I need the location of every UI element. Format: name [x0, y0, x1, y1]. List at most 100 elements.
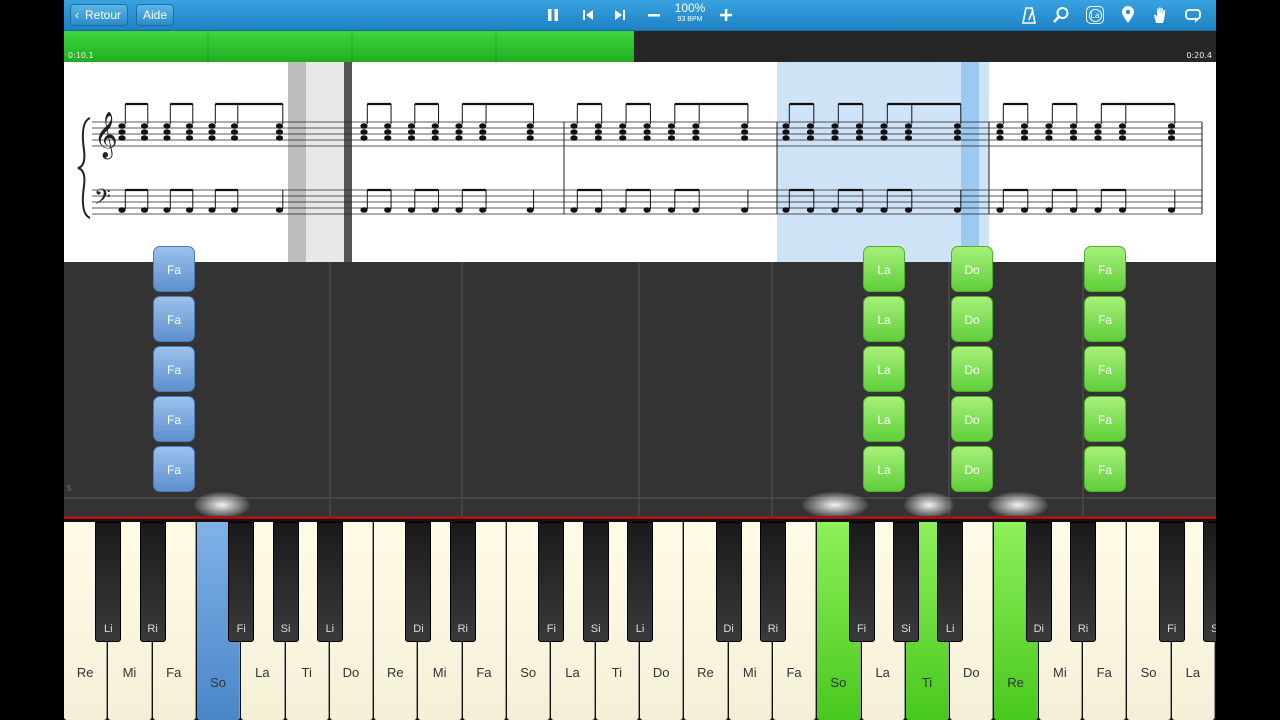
black-key-li[interactable]: Li [627, 522, 653, 642]
black-key-di[interactable]: Di [715, 522, 742, 642]
note-block-la: La [863, 246, 905, 292]
black-key-li[interactable]: Li [316, 522, 343, 642]
note-block-la: La [863, 346, 905, 392]
treble-note [185, 135, 194, 141]
tempo-decrease-button[interactable] [642, 4, 666, 26]
note-block-la: La [863, 446, 905, 492]
white-key-label: Do [652, 665, 670, 680]
skip-back-button[interactable] [576, 4, 600, 26]
black-key-fi[interactable]: Fi [1158, 522, 1185, 642]
note-name-button[interactable]: La [1083, 4, 1107, 26]
black-key-ri[interactable]: Ri [139, 522, 166, 642]
treble-note [275, 135, 284, 141]
white-key-label: Re [1007, 675, 1024, 690]
piano-keyboard: Re Mi Fa So La Ti Do Re Mi Fa So La Ti Do Re Mi Fa So La Ti… [64, 516, 1216, 720]
note-block-fa: Fa [1084, 246, 1126, 292]
bass-note [1167, 207, 1176, 213]
treble-note [855, 129, 864, 135]
bass-note [140, 207, 149, 213]
location-button[interactable] [1116, 4, 1140, 26]
treble-note [996, 135, 1004, 141]
bass-note [667, 207, 676, 213]
treble-note [594, 123, 602, 129]
black-key-li[interactable]: Li [95, 522, 122, 642]
white-key-label: Re [697, 665, 714, 680]
pause-button[interactable] [541, 4, 565, 26]
bass-note [643, 207, 651, 213]
black-key-si[interactable]: Si [272, 522, 299, 642]
note-block-la: La [863, 396, 905, 442]
page-turn-shadow-left [288, 62, 306, 262]
treble-note [230, 123, 239, 129]
back-button-label: Retour [84, 8, 122, 22]
bass-note [831, 207, 839, 213]
treble-note [384, 129, 392, 135]
skip-forward-button[interactable] [608, 4, 632, 26]
treble-note [806, 135, 815, 141]
treble-note [741, 123, 749, 129]
white-key-label: Mi [432, 665, 447, 680]
black-key-ri[interactable]: Ri [449, 522, 476, 642]
black-key-label: Si [900, 623, 911, 635]
treble-note [1045, 123, 1053, 129]
treble-note [118, 123, 126, 129]
black-key-fi[interactable]: Fi [538, 522, 565, 642]
treble-note [455, 129, 463, 135]
note-block-fa: Fa [153, 446, 195, 492]
treble-note [185, 123, 194, 129]
treble-note [1020, 123, 1029, 129]
help-button[interactable]: Aide [136, 4, 174, 26]
black-key-si[interactable]: Si [892, 522, 919, 642]
treble-note [570, 123, 578, 129]
metronome-button[interactable] [1017, 4, 1041, 26]
treble-note [594, 129, 602, 135]
hand-button[interactable] [1148, 4, 1172, 26]
treble-note [384, 135, 392, 141]
sheet-music-panel: 𝄞 𝄢 [64, 62, 1216, 262]
black-key-ri[interactable]: Ri [759, 522, 786, 642]
bass-note [384, 207, 392, 213]
black-key-fi[interactable]: Fi [228, 522, 255, 642]
search-button[interactable] [1049, 4, 1073, 26]
treble-note [1020, 135, 1029, 141]
treble-note [140, 135, 149, 141]
black-key-si[interactable]: Si [582, 522, 609, 642]
loop-icon [1185, 9, 1201, 23]
back-button[interactable]: ‹ Retour [70, 4, 128, 26]
treble-note [230, 129, 239, 135]
treble-note [208, 135, 216, 141]
pause-icon [548, 9, 558, 21]
synthesia-window: ‹ Retour Aide 100% 93 BPM La 0:10.1 0:20… [64, 0, 1216, 720]
bass-note [782, 207, 790, 213]
treble-note [360, 129, 368, 135]
treble-note [407, 129, 416, 135]
tempo-increase-button[interactable] [714, 4, 738, 26]
black-key-si[interactable]: Si [1203, 522, 1216, 642]
black-key-fi[interactable]: Fi [848, 522, 875, 642]
treble-note [667, 129, 676, 135]
white-key-label: Fa [476, 665, 492, 680]
treble-note [275, 129, 284, 135]
black-key-label: Li [635, 623, 645, 635]
white-key-label: Re [386, 665, 404, 680]
white-key-label: Do [342, 665, 360, 680]
note-block-fa: Fa [153, 246, 195, 292]
white-key-label: Fa [166, 665, 182, 680]
treble-note [831, 129, 839, 135]
treble-note [1167, 129, 1176, 135]
white-key-label: Ti [301, 665, 312, 680]
falling-notes-area: 5 Fa Fa Fa Fa Fa La La La La La Do Do Do Do Do Fa Fa Fa Fa… [64, 246, 1216, 516]
black-key-di[interactable]: Di [405, 522, 432, 642]
loop-button[interactable] [1181, 4, 1205, 26]
treble-note [594, 135, 602, 141]
note-block-fa: Fa [1084, 446, 1126, 492]
black-key-di[interactable]: Di [1025, 522, 1052, 642]
black-key-ri[interactable]: Ri [1070, 522, 1097, 642]
treble-note [570, 129, 578, 135]
note-block-fa: Fa [153, 296, 195, 342]
black-key-li[interactable]: Li [937, 522, 964, 642]
white-key-label: So [520, 665, 537, 680]
song-progress-bar[interactable]: 0:10.1 0:20.4 [64, 31, 1216, 62]
treble-note [360, 123, 368, 129]
treble-note [831, 123, 839, 129]
